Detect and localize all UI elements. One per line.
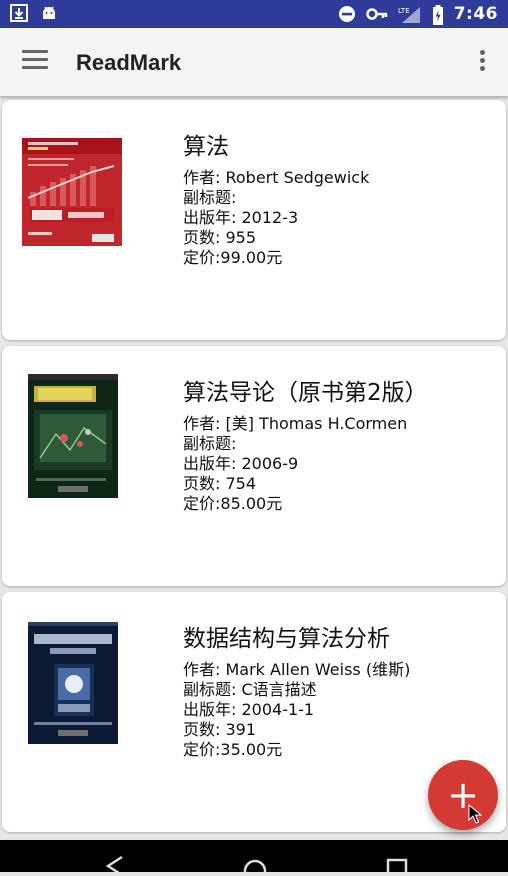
book-cover	[22, 138, 122, 246]
book-cover	[28, 622, 118, 744]
book-pubdate: 出版年: 2012-3	[183, 208, 299, 227]
recents-icon[interactable]	[382, 854, 412, 876]
book-subtitle: 副标题: C语言描述	[183, 680, 317, 699]
book-author: 作者: [美] Thomas H.Cormen	[183, 414, 408, 433]
book-card[interactable]: 算法导论（原书第2版） 作者: [美] Thomas H.Cormen 副标题:…	[2, 346, 506, 586]
book-title: 算法导论（原书第2版）	[183, 380, 428, 406]
book-pages: 页数: 955	[183, 228, 257, 247]
book-card[interactable]: 算法 作者: Robert Sedgewick 副标题: 出版年: 2012-3…	[2, 100, 506, 340]
home-icon[interactable]	[240, 854, 270, 876]
mouse-cursor-icon	[468, 804, 482, 824]
book-info: 数据结构与算法分析 作者: Mark Allen Weiss (维斯) 副标题:…	[183, 622, 410, 760]
book-subtitle: 副标题:	[183, 188, 237, 207]
book-info: 算法导论（原书第2版） 作者: [美] Thomas H.Cormen 副标题:…	[183, 376, 428, 514]
more-options-icon[interactable]	[478, 50, 486, 74]
book-pubdate: 出版年: 2006-9	[183, 454, 299, 473]
book-author: 作者: Mark Allen Weiss (维斯)	[183, 660, 411, 679]
book-title: 算法	[183, 134, 229, 160]
add-book-button[interactable]: +	[428, 760, 498, 830]
status-time: 7:46	[453, 4, 498, 24]
download-icon	[10, 4, 28, 22]
book-cover	[28, 374, 118, 498]
back-icon[interactable]	[100, 854, 130, 876]
do-not-disturb-icon	[338, 5, 356, 23]
app-title: ReadMark	[76, 50, 182, 75]
network-label: LTE	[398, 7, 410, 15]
navigation-bar	[0, 840, 508, 876]
book-price: 定价:85.00元	[183, 494, 283, 513]
book-subtitle: 副标题:	[183, 434, 237, 453]
book-pubdate: 出版年: 2004-1-1	[183, 700, 315, 719]
book-price: 定价:99.00元	[183, 248, 283, 267]
status-bar: LTE 7:46	[0, 0, 508, 28]
book-price: 定价:35.00元	[183, 740, 283, 759]
lte-signal-icon: LTE	[398, 5, 422, 23]
book-author: 作者: Robert Sedgewick	[183, 168, 370, 187]
battery-icon	[432, 5, 444, 25]
book-info: 算法 作者: Robert Sedgewick 副标题: 出版年: 2012-3…	[183, 130, 369, 268]
book-title: 数据结构与算法分析	[183, 626, 390, 652]
book-pages: 页数: 754	[183, 474, 257, 493]
book-pages: 页数: 391	[183, 720, 257, 739]
android-icon	[40, 4, 58, 22]
app-bar: ReadMark	[0, 28, 508, 96]
menu-icon[interactable]	[22, 50, 48, 72]
vpn-key-icon	[365, 5, 388, 23]
